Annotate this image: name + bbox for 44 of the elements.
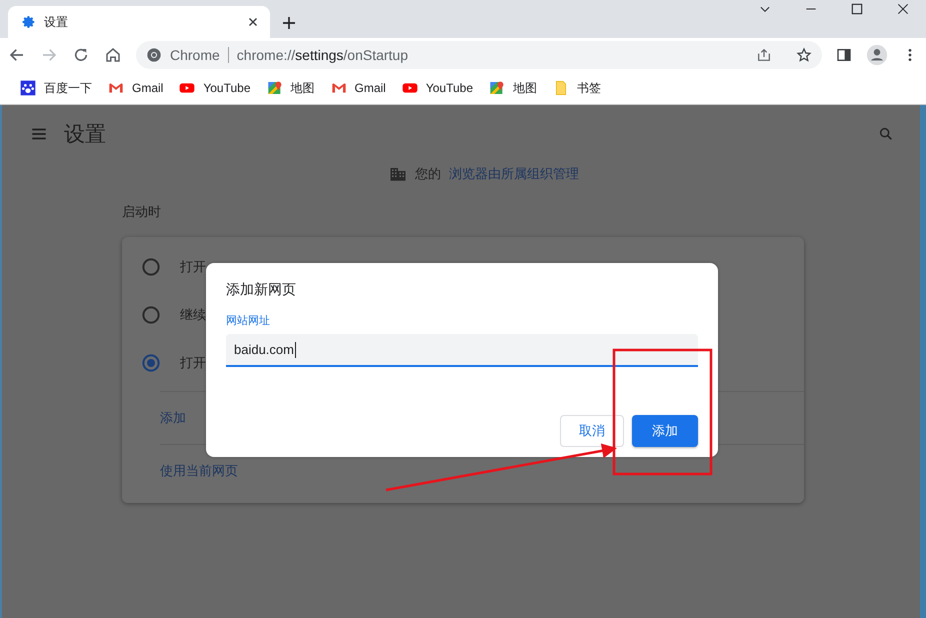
add-button[interactable]: 添加 (632, 415, 698, 447)
search-icon[interactable] (878, 126, 894, 142)
radio-button[interactable] (142, 258, 160, 276)
maximize-icon[interactable] (850, 2, 864, 16)
close-icon[interactable] (896, 2, 910, 16)
section-title: 启动时 (122, 203, 162, 221)
map-icon (489, 80, 505, 96)
bookmark-item[interactable]: 百度一下 (14, 76, 98, 100)
cancel-button[interactable]: 取消 (560, 415, 624, 447)
radio-button[interactable] (142, 306, 160, 324)
folder-icon (553, 80, 569, 96)
plus-icon[interactable] (280, 14, 298, 32)
bookmark-item[interactable]: YouTube (173, 77, 256, 99)
reload-icon[interactable] (72, 46, 90, 64)
site-label: Chrome (170, 47, 220, 63)
option-label: 打开 (180, 258, 206, 276)
bookmark-item[interactable]: YouTube (396, 77, 479, 99)
url-text: chrome://settings/onStartup (236, 47, 410, 63)
url-input-field[interactable]: baidu.com (226, 334, 698, 367)
profile-icon[interactable] (866, 44, 888, 66)
bookmark-item[interactable]: 地图 (483, 76, 543, 100)
option-label: 继续 (180, 306, 206, 324)
browser-logo-icon (146, 47, 162, 63)
tab-title: 设置 (44, 14, 69, 30)
share-icon[interactable] (756, 47, 772, 63)
managed-notice: 您的 (415, 165, 441, 183)
building-icon (389, 165, 407, 183)
browser-tab[interactable]: 设置 (8, 6, 270, 38)
side-panel-icon[interactable] (836, 47, 852, 63)
home-icon[interactable] (104, 46, 122, 64)
star-icon[interactable] (796, 47, 812, 63)
dialog-title: 添加新网页 (226, 281, 297, 299)
option-label: 打开 (180, 354, 206, 372)
page-title: 设置 (64, 122, 107, 148)
map-icon (266, 80, 282, 96)
gear-icon (22, 15, 36, 29)
bookmark-item[interactable]: 书签 (547, 76, 607, 100)
bookmark-item[interactable]: 地图 (260, 76, 320, 100)
radio-button[interactable] (142, 354, 160, 372)
bookmark-item[interactable]: Gmail (102, 77, 170, 99)
address-bar[interactable]: Chrome chrome://settings/onStartup (136, 41, 822, 69)
field-label: 网站网址 (226, 314, 271, 328)
bookmark-item[interactable]: Gmail (324, 77, 392, 99)
paw-icon (20, 80, 36, 96)
